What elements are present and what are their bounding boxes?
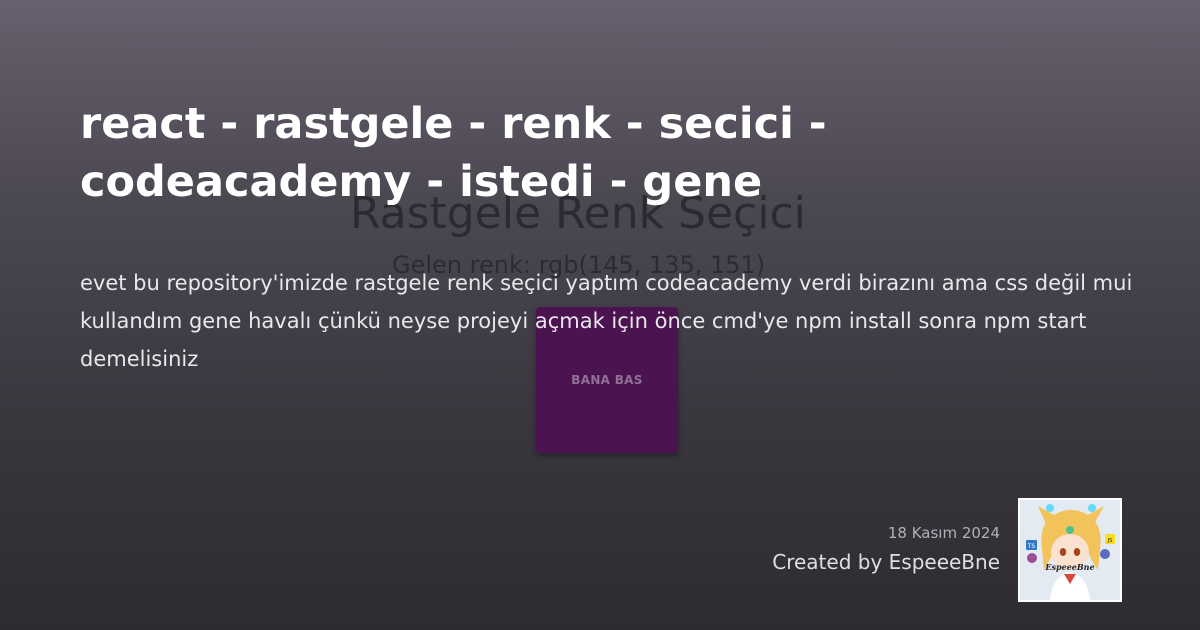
avatar-badge-js: JS xyxy=(1106,538,1113,544)
avatar-badge-ts: TS xyxy=(1027,543,1036,550)
card-meta: 18 Kasım 2024 Created by EspeeeBne xyxy=(772,522,1000,574)
repository-title: react - rastgele - renk - secici - codea… xyxy=(80,99,827,207)
avatar-signature: EspeeeBne xyxy=(1044,562,1094,572)
repository-description: evet bu repository'imizde rastgele renk … xyxy=(80,271,1133,371)
created-date: 18 Kasım 2024 xyxy=(887,524,1000,542)
author-credit: Created by EspeeeBne xyxy=(772,550,1000,574)
anime-avatar-icon: TS JS EspeeeBne xyxy=(1020,500,1120,600)
author-avatar: TS JS EspeeeBne xyxy=(1018,498,1122,602)
